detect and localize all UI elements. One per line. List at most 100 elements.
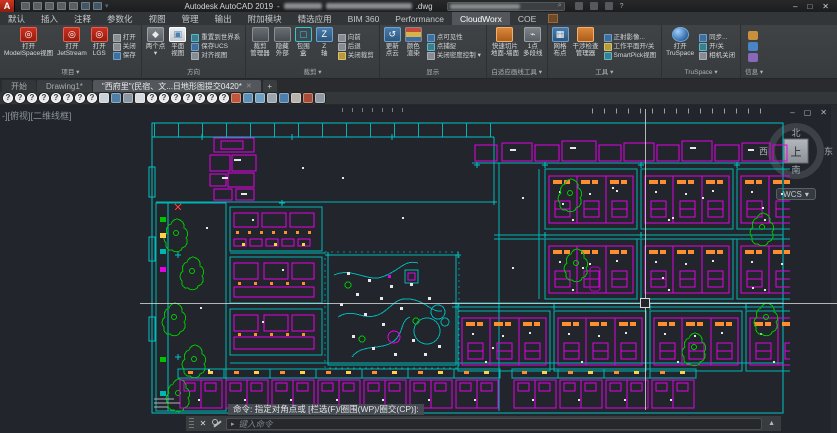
panel-title-clip[interactable]: 裁剪 ▾ (246, 67, 379, 78)
help-icon[interactable]: ? (620, 3, 624, 10)
open-truspace-button[interactable]: 打开 TruSpace (665, 26, 695, 67)
question-badge-icon[interactable]: ? (63, 93, 73, 103)
sign-in-icon[interactable] (575, 2, 583, 10)
hide-outside-button[interactable]: 隐藏 外部 (273, 26, 292, 67)
point-snap-button[interactable]: 点捕捉 (427, 43, 481, 51)
panel-title-fitline[interactable]: 白适应画线工具 ▾ (487, 67, 547, 78)
viewcube-east-label[interactable]: 东 (824, 145, 833, 158)
viewport-controls-label[interactable]: -][俯视][二维线框] (2, 109, 72, 122)
open-file-icon[interactable] (33, 2, 42, 10)
ribbon-extra-icon[interactable] (548, 14, 558, 23)
clip-back-button[interactable]: 后退 (338, 43, 374, 51)
ribbon-tab-annotate[interactable]: 注释 (66, 12, 99, 25)
panel-title-tools[interactable]: 工具 ▾ (548, 67, 662, 78)
toolbar-tool-icon[interactable] (99, 93, 109, 103)
new-tab-button[interactable]: + (263, 80, 277, 92)
question-badge-icon[interactable]: ? (159, 93, 169, 103)
qat-dropdown-icon[interactable]: ▾ (105, 2, 109, 10)
z-axis-button[interactable]: Z Z 轴 (315, 26, 334, 67)
workplane-toggle-button[interactable]: 工作平面开/关 (604, 43, 657, 51)
ribbon-tab-bim360[interactable]: BIM 360 (340, 12, 388, 25)
smartpick-view-button[interactable]: SmartPick视图 (604, 52, 657, 60)
plan-view-button[interactable]: ▣ 平面 视图 (168, 26, 187, 67)
camera-off-button[interactable]: 相机关闭 (699, 52, 735, 60)
ribbon-tab-insert[interactable]: 插入 (33, 12, 66, 25)
quick-slice-button[interactable]: 快速切片 地面-墙面 (490, 26, 520, 67)
two-points-button[interactable]: ◆ 两个点 ▾ (145, 26, 167, 67)
tab-close-icon[interactable]: ✕ (246, 82, 252, 90)
undo-icon[interactable] (81, 2, 90, 10)
toolbar-tool-icon[interactable] (303, 93, 313, 103)
open-lgs-button[interactable]: ◎ 打开 LGS (90, 26, 109, 67)
question-badge-icon[interactable]: ? (219, 93, 229, 103)
info-tool-icon[interactable] (748, 42, 758, 51)
minimize-button[interactable]: – (793, 2, 797, 11)
toolbar-tool-icon[interactable] (315, 93, 325, 103)
drawing-area[interactable]: -][俯视][二维线框] – ▢ ✕ 北 南 西 东 上 WCS▾ (0, 105, 837, 433)
panel-title-truspace[interactable]: TruSpace ▾ (662, 67, 740, 78)
ribbon-tab-parametric[interactable]: 参数化 (99, 12, 141, 25)
project-open-button[interactable]: 打开 (113, 34, 136, 42)
ribbon-tab-manage[interactable]: 管理 (174, 12, 207, 25)
command-input[interactable]: ▸ 键入命令 (226, 418, 762, 430)
autodesk-cloud-icon[interactable] (605, 2, 613, 10)
file-tab-start[interactable]: 开始 (2, 80, 36, 92)
infocenter-search-input[interactable]: ⌕ (447, 2, 565, 11)
clip-manager-button[interactable]: 裁剪 管理器 (249, 26, 271, 67)
drawing-close-button[interactable]: ✕ (820, 108, 827, 117)
clip-forward-button[interactable]: 向前 (338, 34, 374, 42)
panel-title-display[interactable]: 显示 (380, 67, 486, 78)
drawing-restore-button[interactable]: ▢ (804, 108, 812, 117)
new-file-icon[interactable] (21, 2, 30, 10)
panel-title-info[interactable]: 信息 ▾ (741, 67, 767, 78)
info-tool-icon[interactable] (748, 53, 758, 62)
plot-icon[interactable] (69, 2, 78, 10)
save-ucs-button[interactable]: 保存UCS (191, 43, 240, 51)
ribbon-tab-coe[interactable]: COE (510, 12, 544, 25)
question-badge-icon[interactable]: ? (87, 93, 97, 103)
ribbon-tab-featured-apps[interactable]: 精选应用 (290, 12, 340, 25)
ortho-image-button[interactable]: 正射影像... (604, 34, 657, 42)
file-tab-drawing1[interactable]: Drawing1* (37, 80, 92, 92)
ribbon-tab-addins[interactable]: 附加模块 (240, 12, 290, 25)
toolbar-tool-icon[interactable] (231, 93, 241, 103)
toolbar-tool-icon[interactable] (243, 93, 253, 103)
toolbar-tool-icon[interactable] (267, 93, 277, 103)
one-point-polyline-button[interactable]: ⌁ 1点 多段线 (522, 26, 544, 67)
site-plan-drawing[interactable] (142, 107, 790, 423)
grid-points-button[interactable]: ▦ 网格 布点 (551, 26, 570, 67)
viewcube-south-label[interactable]: 南 (791, 163, 800, 176)
info-tool-icon[interactable] (748, 31, 758, 40)
toolbar-tool-icon[interactable] (279, 93, 289, 103)
question-badge-icon[interactable]: ? (3, 93, 13, 103)
interference-check-button[interactable]: 干涉检查 管理器 (572, 26, 600, 67)
question-badge-icon[interactable]: ? (207, 93, 217, 103)
maximize-button[interactable]: □ (807, 2, 812, 11)
truspace-toggle-button[interactable]: 开/关 (699, 43, 735, 51)
panel-title-project[interactable]: 项目 ▾ (0, 67, 141, 78)
toolbar-tool-icon[interactable] (291, 93, 301, 103)
command-close-icon[interactable]: ✕ (197, 419, 209, 428)
ribbon-tab-performance[interactable]: Performance (387, 12, 452, 25)
ribbon-tab-cloudworx[interactable]: CloudWorx (452, 12, 510, 25)
ribbon-tab-view[interactable]: 视图 (141, 12, 174, 25)
question-badge-icon[interactable]: ? (51, 93, 61, 103)
search-icon[interactable]: ⌕ (558, 2, 562, 10)
question-badge-icon[interactable]: ? (27, 93, 37, 103)
ribbon-tab-output[interactable]: 输出 (207, 12, 240, 25)
project-save-button[interactable]: 保存 (113, 52, 136, 60)
command-line-bar[interactable]: ✕ ▸ 键入命令 ▲ (185, 415, 782, 432)
save-icon[interactable] (45, 2, 54, 10)
truspace-sync-button[interactable]: 同步... (699, 34, 735, 42)
project-close-button[interactable]: 关闭 (113, 43, 136, 51)
toolbar-tool-icon[interactable] (255, 93, 265, 103)
command-expand-icon[interactable]: ▲ (765, 420, 778, 427)
customize-wrench-icon[interactable] (212, 418, 223, 429)
question-badge-icon[interactable]: ? (75, 93, 85, 103)
open-jetstream-button[interactable]: ◎ 打开 JetStream (56, 26, 88, 67)
density-control-button[interactable]: 关闭密度控制 ▾ (427, 52, 481, 60)
question-badge-icon[interactable]: ? (171, 93, 181, 103)
bounding-box-button[interactable]: ▢ 包围 盒 (294, 26, 313, 67)
question-badge-icon[interactable]: ? (15, 93, 25, 103)
open-modelspace-button[interactable]: ◎ 打开 ModelSpace视图 (3, 26, 54, 67)
